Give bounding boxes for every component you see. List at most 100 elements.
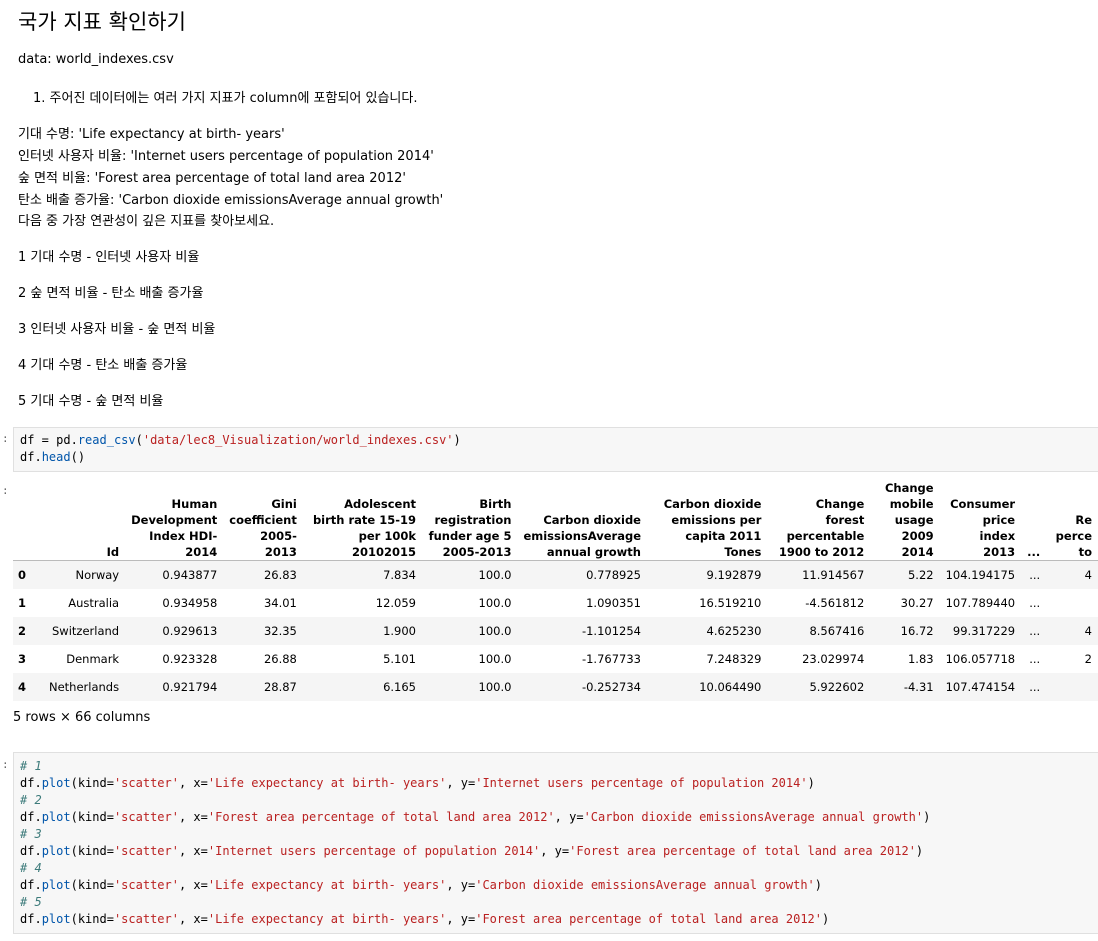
table-cell: 4 xyxy=(1084,624,1092,638)
definition-line: 숲 면적 비율: 'Forest area percentage of tota… xyxy=(18,171,406,186)
code-comment: # 5 xyxy=(20,895,42,909)
table-cell: 34.01 xyxy=(263,596,297,610)
code-line: df.plot(kind='scatter', x='Life expectan… xyxy=(20,878,823,892)
table-cell: 0.923328 xyxy=(162,652,218,666)
code-cell-scatter-plots[interactable]: # 1 df.plot(kind='scatter', x='Life expec… xyxy=(13,752,1098,934)
table-cell: -1.101254 xyxy=(581,624,641,638)
table-cell: 0.778925 xyxy=(586,568,641,582)
table-cell: 16.72 xyxy=(900,624,934,638)
table-cell: 23.029974 xyxy=(802,652,865,666)
table-cell: ... xyxy=(1029,652,1041,666)
output-prompt: : xyxy=(2,484,9,497)
table-cell: 4.625230 xyxy=(706,624,762,638)
row-index: 4 xyxy=(18,680,27,694)
table-cell: 11.914567 xyxy=(802,568,865,582)
table-cell: 30.27 xyxy=(900,596,934,610)
code-line: df.plot(kind='scatter', x='Life expectan… xyxy=(20,912,830,926)
code-line: df.plot(kind='scatter', x='Internet user… xyxy=(20,844,924,858)
table-cell: 32.35 xyxy=(263,624,297,638)
table-cell: 99.317229 xyxy=(952,624,1016,638)
cell-prompt: : xyxy=(2,758,9,771)
table-cell: ... xyxy=(1029,568,1041,582)
row-index: 2 xyxy=(18,624,27,638)
column-header: Consumer price index 2013 xyxy=(950,497,1016,559)
code-line: df.head() xyxy=(20,450,86,464)
dataframe-table: Id Human Development Index HDI-2014 Gini… xyxy=(13,480,1098,701)
code-line: df.plot(kind='scatter', x='Life expectan… xyxy=(20,776,815,790)
table-cell: 4 xyxy=(1084,568,1092,582)
code-comment: # 3 xyxy=(20,827,42,841)
table-row: 1 Australia 0.934958 34.01 12.059 100.0 1.0903… xyxy=(13,589,1098,617)
column-header: Birth registration funder age 5 2005-201… xyxy=(428,497,512,559)
table-row: 4 Netherlands 0.921794 28.87 6.165 100.0 -0.25… xyxy=(13,673,1098,701)
code-line: df = pd.read_csv('data/lec8_Visualizatio… xyxy=(20,433,461,447)
table-cell: 100.0 xyxy=(478,624,512,638)
column-header: Adolescent birth rate 15-19 per 100k 201… xyxy=(312,497,416,559)
table-cell: Netherlands xyxy=(48,680,120,694)
table-cell: 1.090351 xyxy=(586,596,641,610)
table-cell: 16.519210 xyxy=(699,596,762,610)
table-cell: 106.057718 xyxy=(945,652,1016,666)
table-cell: 26.88 xyxy=(263,652,297,666)
table-cell: Norway xyxy=(75,568,120,582)
table-row: 0 Norway 0.943877 26.83 7.834 100.0 0.778925 9.… xyxy=(13,560,1098,589)
table-cell: 12.059 xyxy=(375,596,416,610)
table-cell: 5.22 xyxy=(907,568,934,582)
table-cell: 7.834 xyxy=(383,568,416,582)
table-row: 3 Denmark 0.923328 26.88 5.101 100.0 -1.767733… xyxy=(13,645,1098,673)
column-header: Re perce to xyxy=(1055,513,1092,559)
row-index: 1 xyxy=(18,596,27,610)
table-cell: 0.921794 xyxy=(162,680,218,694)
table-cell: 104.194175 xyxy=(945,568,1016,582)
definition-line: 기대 수명: 'Life expectancy at birth- years' xyxy=(18,127,285,142)
table-cell: 1.900 xyxy=(383,624,416,638)
column-header: Gini coefficient 2005-2013 xyxy=(229,497,297,559)
table-cell: 6.165 xyxy=(383,680,416,694)
code-comment: # 4 xyxy=(20,861,42,875)
instruction-line: 다음 중 가장 연관성이 깊은 지표를 찾아보세요. xyxy=(18,214,275,229)
table-cell: 9.192879 xyxy=(706,568,762,582)
row-index: 0 xyxy=(18,568,27,582)
column-header: Human Development Index HDI-2014 xyxy=(131,497,218,559)
table-cell: Denmark xyxy=(66,652,120,666)
code-comment: # 2 xyxy=(20,793,42,807)
table-cell: 100.0 xyxy=(478,568,512,582)
column-header: Change forest percentable 1900 to 2012 xyxy=(778,497,865,559)
table-cell: 26.83 xyxy=(263,568,297,582)
row-index: 3 xyxy=(18,652,27,666)
column-header: Carbon dioxide emissions per capita 2011… xyxy=(663,497,762,559)
table-cell: 1.83 xyxy=(907,652,934,666)
code-cell-read-csv[interactable]: df = pd.read_csv('data/lec8_Visualizatio… xyxy=(13,427,1098,472)
table-cell: 28.87 xyxy=(263,680,297,694)
question-text: 1. 주어진 데이터에는 여러 가지 지표가 column에 포함되어 있습니다… xyxy=(33,91,418,106)
table-cell: 5.922602 xyxy=(809,680,865,694)
table-cell: 7.248329 xyxy=(706,652,762,666)
column-header: Change mobile usage 2009 2014 xyxy=(884,481,934,559)
table-cell: 100.0 xyxy=(478,596,512,610)
table-cell: ... xyxy=(1029,624,1041,638)
option-item: 2 숲 면적 비율 - 탄소 배출 증가율 xyxy=(18,286,204,301)
table-cell xyxy=(1046,589,1098,617)
data-source-text: data: world_indexes.csv xyxy=(18,52,174,67)
column-header: Carbon dioxide emissionsAverage annual g… xyxy=(523,513,641,559)
table-cell: ... xyxy=(1029,596,1041,610)
table-cell: 2 xyxy=(1084,652,1092,666)
column-header: Id xyxy=(106,545,120,559)
table-cell: 10.064490 xyxy=(699,680,762,694)
notebook-title: 국가 지표 확인하기 xyxy=(18,10,186,34)
table-cell: 100.0 xyxy=(478,680,512,694)
table-cell xyxy=(1046,673,1098,701)
table-cell: 0.929613 xyxy=(162,624,218,638)
table-cell: 8.567416 xyxy=(809,624,865,638)
option-item: 3 인터넷 사용자 비율 - 숲 면적 비율 xyxy=(18,322,216,337)
table-cell: 100.0 xyxy=(478,652,512,666)
table-cell: -0.252734 xyxy=(581,680,641,694)
table-cell: -4.561812 xyxy=(805,596,865,610)
table-row: 2 Switzerland 0.929613 32.35 1.900 100.0 -1.10… xyxy=(13,617,1098,645)
table-cell: Australia xyxy=(68,596,120,610)
cell-prompt: : xyxy=(2,432,9,445)
code-line: df.plot(kind='scatter', x='Forest area p… xyxy=(20,810,931,824)
table-cell: Switzerland xyxy=(52,624,120,638)
table-cell: 107.789440 xyxy=(945,596,1016,610)
table-cell: 107.474154 xyxy=(945,680,1016,694)
